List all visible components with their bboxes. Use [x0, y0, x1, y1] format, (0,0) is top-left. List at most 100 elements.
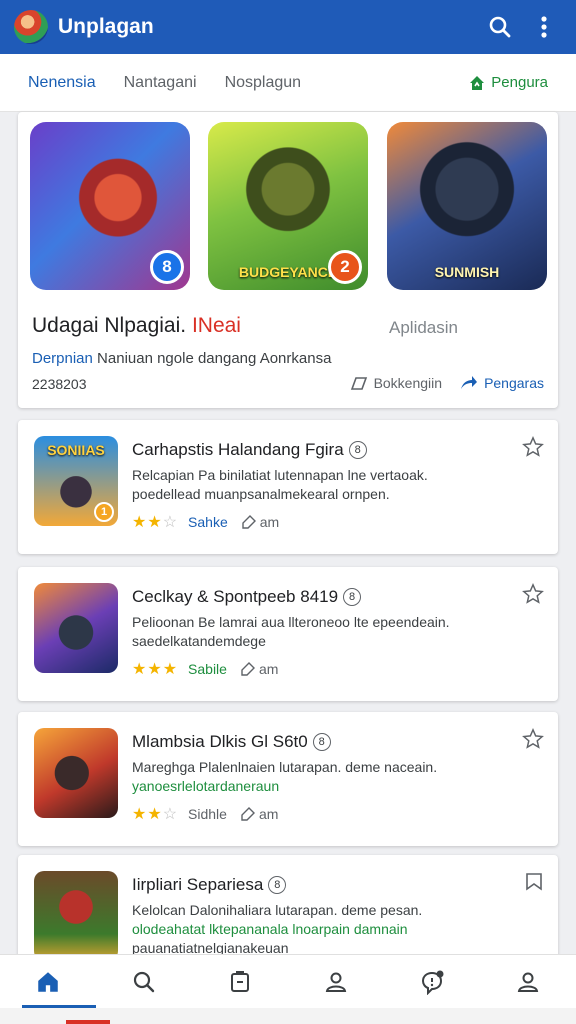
bookmark-plus-icon[interactable]: [524, 871, 544, 891]
list-item[interactable]: SONIIAS 1 Carhapstis Halandang Fgira 8 R…: [18, 420, 558, 554]
featured-description: Derpnian Naniuan ngole dangang Aonrkansa: [32, 350, 331, 367]
item-description: Pelioonan Be lamrai aua llteroneoo lte e…: [132, 613, 492, 651]
rating-circle-badge: 8: [268, 876, 287, 894]
search-button[interactable]: [482, 9, 518, 45]
category-tabs: Nenensia Nantagani Nosplagun Pengura: [0, 54, 576, 112]
tab-nenensia[interactable]: Nenensia: [28, 74, 96, 92]
item-meta: ★★☆ Sidhle am: [132, 804, 278, 824]
item-tag: Sidhle: [188, 806, 227, 822]
featured-category-label: Aplidasin: [389, 318, 458, 337]
item-desc-line-1: Kelolcan Dalonihaliara lutarapan. deme p…: [132, 902, 423, 918]
tag-icon: [242, 515, 256, 529]
pengura-label: Pengura: [491, 74, 548, 91]
featured-game-tile-2[interactable]: BUDGEYANCE 2: [208, 122, 368, 290]
share-button[interactable]: Pengaras: [460, 375, 544, 391]
peek-accent: [66, 1020, 110, 1024]
game-thumbnail: [34, 728, 118, 818]
featured-desc-text: Naniuan ngole dangang Aonrkansa: [97, 350, 332, 367]
nav-home[interactable]: [0, 955, 96, 1008]
notification-icon: [421, 970, 444, 995]
item-title-text: Mlambsia Dlkis: [132, 732, 247, 751]
bookmark-icon: [350, 377, 367, 390]
featured-title-highlight: INeai: [191, 314, 241, 337]
tile-badge: 2: [328, 250, 362, 284]
item-am: am: [242, 514, 279, 530]
featured-title-main: Udagai Nlpagiai.: [32, 314, 187, 337]
star-rating-icon: ★★☆: [132, 514, 179, 531]
star-outline-icon[interactable]: [522, 728, 544, 750]
item-meta: ★★★ Sabile am: [132, 659, 278, 679]
pengura-link[interactable]: Pengura: [469, 74, 548, 91]
star-rating-icon: ★★☆: [132, 806, 179, 823]
game-thumbnail: [34, 583, 118, 673]
library-icon: [231, 970, 249, 992]
featured-game-tile-3[interactable]: SUNMISH: [387, 122, 547, 290]
app-logo-icon: [14, 10, 48, 44]
tab-nosplagun[interactable]: Nosplagun: [225, 74, 302, 92]
star-rating-icon: ★★★: [132, 661, 179, 678]
tag-icon: [241, 662, 255, 676]
item-am-label: am: [258, 806, 279, 822]
item-desc-line-2: poedellead muanpsanalmekearal ornpen.: [132, 486, 390, 502]
item-title-suffix: Gl S6t0: [251, 732, 308, 751]
bookmark-label: Bokkengiin: [373, 375, 443, 391]
account-icon: [517, 972, 539, 992]
featured-title: Udagai Nlpagiai. INeai: [32, 314, 241, 338]
rating-circle-badge: 8: [348, 441, 367, 459]
home-upgrade-icon: [470, 75, 485, 90]
rating-circle-badge: 8: [343, 588, 362, 606]
item-desc-line-1: Pelioonan Be lamrai aua llteroneoo lte e…: [132, 614, 450, 630]
item-title-text: Carhapstis Halandang Fgira: [132, 440, 344, 459]
share-arrow-icon: [461, 376, 478, 389]
item-desc-line-2: olodeahatat lktepananala lnoarpain damna…: [132, 921, 408, 937]
featured-count: 2238203: [32, 376, 87, 392]
nav-notifications[interactable]: [384, 955, 480, 1008]
star-outline-icon[interactable]: [522, 436, 544, 458]
profile-icon: [325, 972, 347, 992]
item-description: Mareghga Plalenlnaien lutarapan. deme na…: [132, 758, 492, 796]
app-title: Unplagan: [58, 15, 154, 38]
thumbnail-badge: 1: [94, 502, 114, 522]
more-options-button[interactable]: [526, 9, 562, 45]
item-meta: ★★☆ Sahke am: [132, 512, 279, 532]
item-desc-line-1: Mareghga Plalenlnaien lutarapan. deme na…: [132, 759, 438, 775]
featured-actions: Bokkengiin Pengaras: [350, 375, 544, 391]
share-label: Pengaras: [484, 375, 544, 391]
featured-game-tile-1[interactable]: 8: [30, 122, 190, 290]
featured-card[interactable]: 8 BUDGEYANCE 2 SUNMISH Udagai Nlpagiai. …: [18, 112, 558, 408]
thumbnail-label: SONIIAS: [47, 442, 105, 458]
rating-circle-badge: 8: [312, 733, 331, 751]
bottom-navigation: [0, 954, 576, 1008]
item-title-text: Iirpliari Separiesa: [132, 875, 264, 894]
app-bar: Unplagan: [0, 0, 576, 54]
more-vert-icon: [541, 16, 547, 38]
star-outline-icon[interactable]: [522, 583, 544, 605]
nav-search[interactable]: [96, 955, 192, 1008]
list-item[interactable]: Ceclkay & Spontpeeb 8419 8 Pelioonan Be …: [18, 567, 558, 701]
item-title: Mlambsia Dlkis Gl S6t0 8: [132, 732, 331, 752]
item-desc-line-1: Relcapian Pa binilatiat lutennapan lne v…: [132, 467, 428, 483]
nav-account[interactable]: [480, 955, 576, 1008]
game-thumbnail: SONIIAS 1: [34, 436, 118, 526]
item-description: Kelolcan Dalonihaliara lutarapan. deme p…: [132, 901, 492, 958]
bookmark-button[interactable]: Bokkengiin: [350, 375, 443, 391]
item-am: am: [241, 661, 278, 677]
tag-icon: [241, 807, 255, 821]
nav-profile[interactable]: [288, 955, 384, 1008]
item-tag: Sabile: [188, 661, 227, 677]
list-item[interactable]: Mlambsia Dlkis Gl S6t0 8 Mareghga Plalen…: [18, 712, 558, 846]
nav-library[interactable]: [192, 955, 288, 1008]
tab-nantagani[interactable]: Nantagani: [124, 74, 197, 92]
item-am-label: am: [258, 661, 279, 677]
tile-caption: SUNMISH: [434, 264, 500, 280]
item-desc-line-2: yanoesrlelotardaneraun: [132, 778, 280, 794]
list-item[interactable]: Iirpliari Separiesa 8 Kelolcan Dalonihal…: [18, 855, 558, 965]
item-tag: Sahke: [188, 514, 228, 530]
featured-desc-highlight: Derpnian: [32, 350, 93, 367]
item-title: Carhapstis Halandang Fgira 8: [132, 440, 367, 460]
system-bar: [0, 1008, 576, 1024]
tile-badge: 8: [150, 250, 184, 284]
item-description: Relcapian Pa binilatiat lutennapan lne v…: [132, 466, 492, 504]
item-desc-line-2: saedelkatandemdege: [132, 633, 266, 649]
item-am: am: [241, 806, 278, 822]
